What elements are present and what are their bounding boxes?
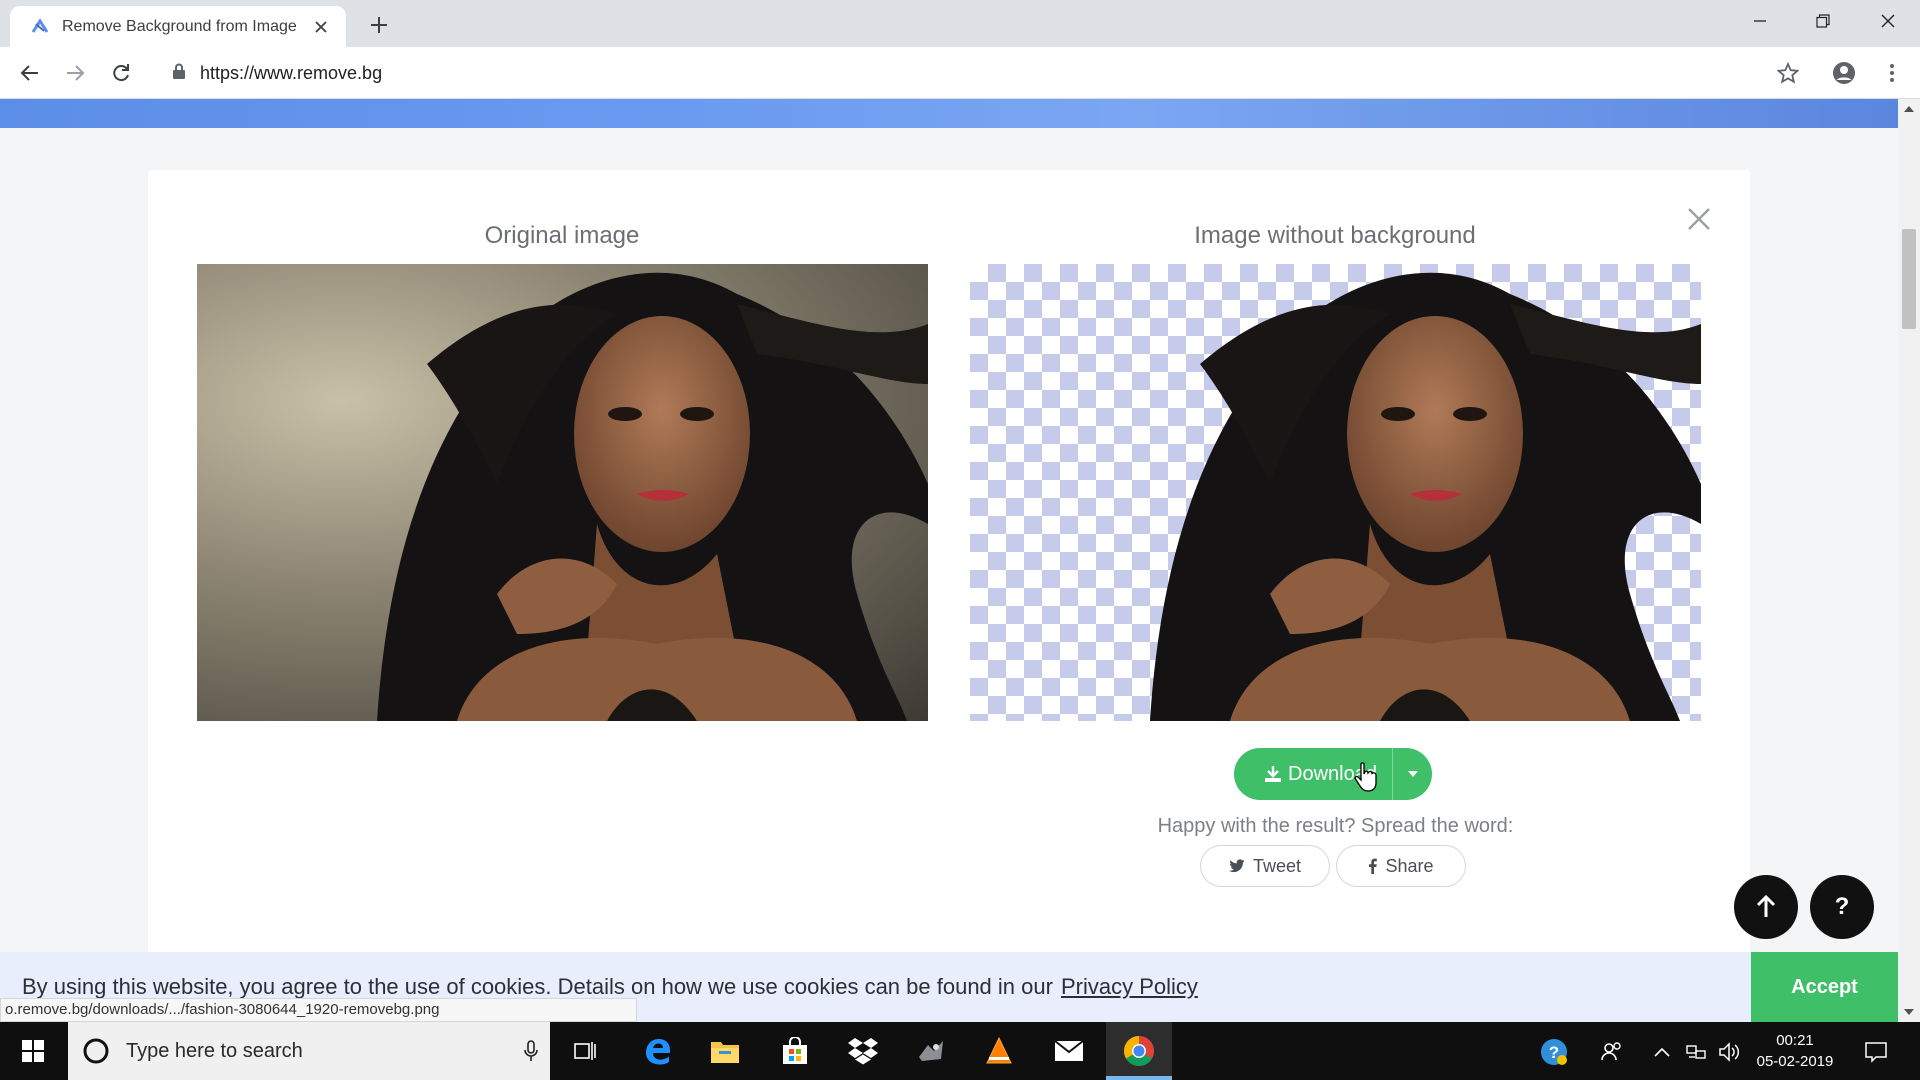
task-view-icon[interactable]	[552, 1022, 618, 1080]
address-bar[interactable]: https://www.remove.bg	[158, 53, 1780, 93]
help-button[interactable]: ?	[1810, 875, 1874, 939]
bookmark-star-icon[interactable]	[1773, 58, 1803, 88]
mail-icon[interactable]	[1036, 1022, 1102, 1080]
tweet-button[interactable]: Tweet	[1200, 845, 1330, 887]
privacy-policy-link[interactable]: Privacy Policy	[1061, 974, 1198, 999]
scroll-down-arrow-icon[interactable]	[1898, 1002, 1920, 1022]
hero-banner-strip	[0, 99, 1898, 128]
tab-title: Remove Background from Image	[62, 17, 297, 35]
vlc-icon[interactable]	[966, 1022, 1032, 1080]
browser-tab[interactable]: Remove Background from Image	[10, 6, 346, 47]
back-icon[interactable]	[15, 58, 45, 88]
tray-chevron-up-icon[interactable]	[1648, 1038, 1676, 1066]
profile-icon[interactable]	[1829, 58, 1859, 88]
reload-icon[interactable]	[106, 58, 136, 88]
active-app-indicator	[1106, 1076, 1172, 1080]
removebg-favicon-icon	[30, 17, 50, 37]
action-center-icon[interactable]	[1862, 1038, 1890, 1066]
edge-browser-icon[interactable]	[624, 1022, 690, 1080]
result-image	[970, 264, 1701, 721]
result-card: Original image Image without background	[148, 170, 1750, 1020]
download-icon	[1264, 765, 1282, 783]
scroll-thumb[interactable]	[1902, 229, 1916, 329]
file-explorer-icon[interactable]	[692, 1022, 758, 1080]
people-icon[interactable]	[1598, 1038, 1626, 1066]
search-placeholder: Type here to search	[126, 1039, 303, 1062]
cortana-icon	[82, 1037, 110, 1065]
share-prompt-text: Happy with the result? Spread the word:	[1157, 815, 1514, 837]
menu-dots-icon[interactable]	[1877, 58, 1907, 88]
clock-date: 05-02-2019	[1756, 1053, 1834, 1070]
hand-cursor-icon	[1354, 762, 1378, 797]
tab-strip: Remove Background from Image	[0, 0, 1920, 47]
arrow-up-icon	[1756, 895, 1776, 917]
taskbar-search[interactable]: Type here to search	[68, 1022, 550, 1080]
help-tray-icon[interactable]: ?	[1540, 1038, 1568, 1066]
minimize-icon[interactable]	[1729, 0, 1791, 42]
window-close-icon[interactable]	[1857, 0, 1919, 42]
url-text: https://www.remove.bg	[200, 62, 383, 83]
facebook-icon	[1368, 858, 1378, 874]
microphone-icon[interactable]	[524, 1040, 538, 1062]
windows-start-icon[interactable]	[0, 1022, 66, 1080]
cookie-message: By using this website, you agree to the …	[22, 974, 1053, 999]
taskbar-clock[interactable]: 00:21 05-02-2019	[1750, 1030, 1840, 1072]
microsoft-store-icon[interactable]	[762, 1022, 828, 1080]
tab-close-icon[interactable]	[310, 16, 332, 38]
cookie-text: By using this website, you agree to the …	[22, 974, 1198, 1000]
download-button[interactable]: Download	[1234, 748, 1432, 800]
share-button[interactable]: Share	[1336, 845, 1466, 887]
lock-icon	[172, 63, 186, 84]
page-viewport: Original image Image without background	[0, 99, 1898, 1022]
original-image	[197, 264, 928, 721]
restore-icon[interactable]	[1792, 0, 1854, 42]
tweet-label: Tweet	[1252, 855, 1302, 876]
app-icon-generic[interactable]	[898, 1022, 964, 1080]
accept-cookies-button[interactable]: Accept	[1751, 952, 1898, 1022]
original-image-title: Original image	[484, 222, 640, 249]
forward-icon[interactable]	[60, 58, 90, 88]
share-label: Share	[1385, 855, 1434, 876]
browser-toolbar: https://www.remove.bg	[0, 47, 1920, 99]
dropbox-icon[interactable]	[830, 1022, 896, 1080]
download-options-caret-icon[interactable]	[1392, 748, 1432, 800]
twitter-icon	[1228, 859, 1245, 873]
result-image-title: Image without background	[1194, 222, 1476, 249]
windows-taskbar: Type here to search ? 00:21 05-02-2019	[0, 1022, 1920, 1080]
scroll-to-top-button[interactable]	[1734, 875, 1798, 939]
new-tab-icon[interactable]	[366, 12, 392, 38]
volume-icon[interactable]	[1716, 1038, 1744, 1066]
clock-time: 00:21	[1776, 1032, 1814, 1049]
network-icon[interactable]	[1683, 1038, 1711, 1066]
status-bar-url: o.remove.bg/downloads/.../fashion-308064…	[0, 998, 637, 1022]
page-scrollbar[interactable]	[1898, 99, 1920, 1022]
scroll-up-arrow-icon[interactable]	[1898, 99, 1920, 119]
chrome-icon[interactable]	[1106, 1022, 1172, 1080]
